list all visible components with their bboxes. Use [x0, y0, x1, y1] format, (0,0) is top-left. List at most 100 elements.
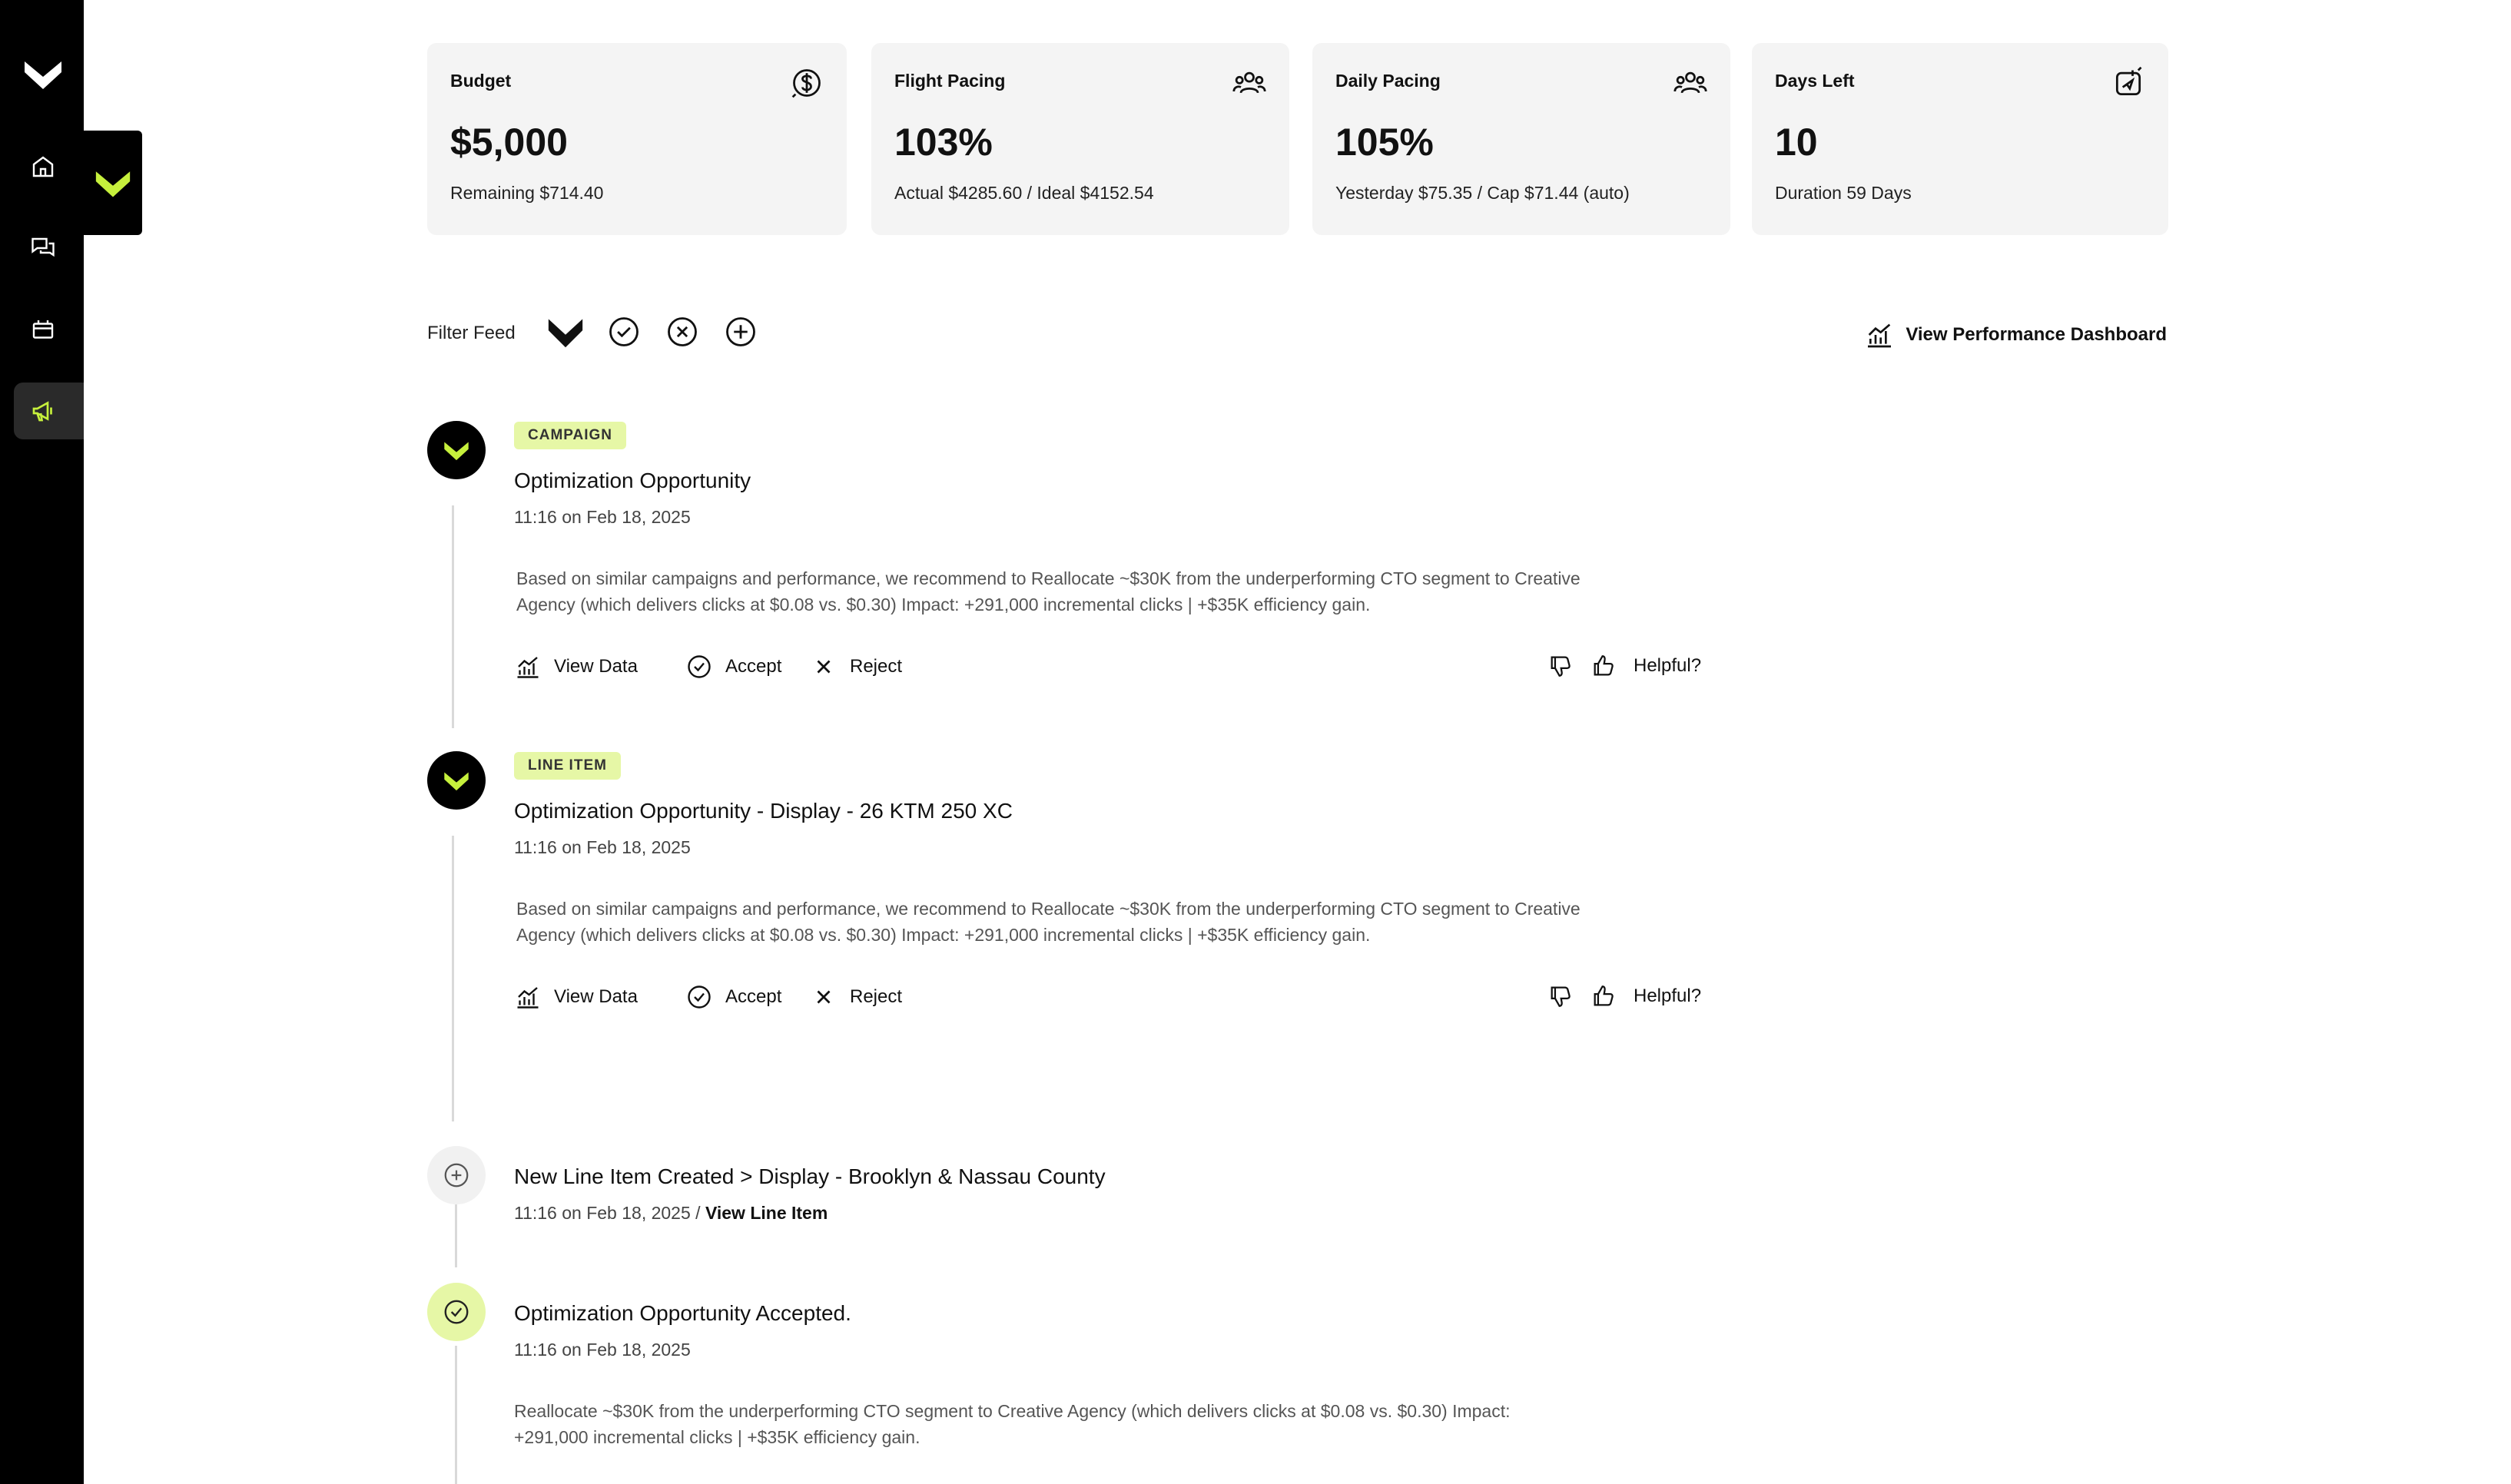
stat-sub: Yesterday $75.35 / Cap $71.44 (auto) [1335, 183, 1630, 203]
check-circle-icon [444, 1300, 469, 1324]
stat-value: 105% [1335, 121, 1434, 164]
thumbs-up-icon[interactable] [1591, 653, 1617, 679]
view-line-item-link[interactable]: View Line Item [705, 1203, 828, 1223]
feedback-group: Helpful? [1547, 653, 1701, 679]
brand-logo-icon [95, 171, 131, 197]
feed-item-timestamp: 11:16 on Feb 18, 2025 [514, 837, 691, 857]
timeline-connector [455, 1204, 457, 1267]
stat-card-flight-pacing: Flight Pacing 103% Actual $4285.60 / Ide… [871, 43, 1289, 235]
close-icon [817, 660, 831, 674]
stat-card-budget: Budget $5,000 Remaining $714.40 [427, 43, 847, 235]
filter-rejected-button[interactable] [664, 313, 701, 350]
feed-item-time-text: 11:16 on Feb 18, 2025 / [514, 1203, 701, 1223]
helpful-label: Helpful? [1634, 655, 1702, 676]
feed-item-timestamp: 11:16 on Feb 18, 2025 [514, 507, 691, 527]
sidebar-item-home[interactable] [14, 138, 84, 195]
megaphone-icon [32, 401, 52, 422]
helpful-label: Helpful? [1634, 985, 1702, 1006]
reject-button[interactable]: Reject [810, 653, 902, 681]
feed-item-body: Reallocate ~$30K from the underperformin… [514, 1398, 1651, 1450]
check-circle-icon [688, 655, 711, 678]
brand-logo-icon [444, 441, 469, 461]
check-circle-icon [688, 985, 711, 1009]
feed-item-title: Optimization Opportunity - Display - 26 … [514, 799, 1013, 823]
thumbs-down-icon[interactable] [1547, 983, 1574, 1009]
item-tag-campaign: CAMPAIGN [514, 422, 627, 449]
chart-icon [517, 987, 539, 1009]
view-data-button[interactable]: View Data [514, 983, 638, 1011]
view-performance-dashboard-label: View Performance Dashboard [1906, 324, 2167, 345]
dollar-circle-icon [791, 69, 821, 98]
stat-card-days-left: Days Left 10 Duration 59 Days [1752, 43, 2168, 235]
box-icon [32, 320, 54, 339]
stat-value: 103% [894, 121, 993, 164]
timeline-connector [455, 1346, 457, 1484]
thumbs-down-icon[interactable] [1547, 653, 1574, 679]
sidebar-flyout[interactable] [84, 131, 142, 235]
accept-label: Accept [725, 986, 782, 1007]
feed-item-body-line: Reallocate ~$30K from the underperformin… [514, 1401, 1511, 1421]
chart-icon [1868, 323, 1892, 348]
stat-sub: Remaining $714.40 [450, 183, 604, 203]
feed-node-created [427, 1146, 486, 1204]
view-performance-dashboard-link[interactable]: View Performance Dashboard [1864, 320, 2167, 350]
sidebar-item-messages[interactable] [14, 220, 84, 277]
stat-value: $5,000 [450, 121, 568, 164]
filter-accepted-button[interactable] [605, 313, 642, 350]
thumbs-up-icon[interactable] [1591, 983, 1617, 1009]
feed-item-title: New Line Item Created > Display - Brookl… [514, 1164, 1106, 1188]
stat-card-daily-pacing: Daily Pacing 105% Yesterday $75.35 / Cap… [1312, 43, 1730, 235]
calendar-send-icon [2115, 66, 2142, 96]
feed-node-campaign [427, 421, 486, 479]
timeline-connector [452, 505, 454, 728]
reject-button[interactable]: Reject [810, 983, 902, 1011]
accept-button[interactable]: Accept [685, 653, 781, 681]
timeline-connector [452, 836, 454, 1121]
filter-brand-button[interactable] [547, 313, 584, 350]
feedback-group: Helpful? [1547, 983, 1701, 1009]
plus-circle-icon [726, 317, 755, 346]
stat-sub: Duration 59 Days [1775, 183, 1912, 203]
reject-label: Reject [850, 656, 903, 677]
close-icon [817, 990, 831, 1004]
stat-title: Budget [450, 71, 512, 91]
stat-title: Days Left [1775, 71, 1855, 91]
brand-logo-icon [548, 318, 583, 348]
sidebar-item-inventory[interactable] [14, 301, 84, 358]
brand-logo-icon [444, 771, 469, 791]
feed-node-line-item [427, 751, 486, 810]
feed-item-timestamp: 11:16 on Feb 18, 2025 [514, 1340, 691, 1360]
reject-label: Reject [850, 986, 903, 1007]
feed-item-body-line: Agency (which delivers clicks at $0.08 v… [516, 595, 1371, 614]
feed-item-timestamp: 11:16 on Feb 18, 2025 / View Line Item [514, 1203, 828, 1224]
feed-item-body: Based on similar campaigns and performan… [516, 896, 1654, 948]
feed-item-body: Based on similar campaigns and performan… [516, 565, 1654, 618]
sidebar [0, 0, 84, 1484]
users-group-icon [1232, 71, 1266, 94]
x-circle-icon [668, 317, 697, 346]
feed-item-title: Optimization Opportunity Accepted. [514, 1301, 851, 1325]
sidebar-item-campaigns[interactable] [14, 383, 84, 439]
feed-item-body-line: Agency (which delivers clicks at $0.08 v… [516, 925, 1371, 945]
view-data-label: View Data [554, 986, 638, 1007]
plus-circle-icon [444, 1163, 469, 1188]
feed-item-body-line: +291,000 incremental clicks | +$35K effi… [514, 1427, 920, 1447]
stat-title: Flight Pacing [894, 71, 1006, 91]
view-data-button[interactable]: View Data [514, 653, 638, 681]
view-data-label: View Data [554, 656, 638, 677]
stat-value: 10 [1775, 121, 1818, 164]
home-icon [32, 156, 54, 177]
chat-icon [32, 237, 55, 257]
feed-item-body-line: Based on similar campaigns and performan… [516, 568, 1581, 588]
accept-button[interactable]: Accept [685, 983, 781, 1011]
filter-feed-label: Filter Feed [427, 323, 516, 343]
feed-node-accepted [427, 1283, 486, 1341]
chart-icon [517, 657, 539, 678]
feed-item-body-line: Based on similar campaigns and performan… [516, 899, 1581, 919]
users-group-icon [1673, 71, 1707, 94]
stat-sub: Actual $4285.60 / Ideal $4152.54 [894, 183, 1154, 203]
brand-logo-icon[interactable] [23, 54, 63, 94]
feed-item-title: Optimization Opportunity [514, 469, 751, 492]
filter-created-button[interactable] [722, 313, 759, 350]
item-tag-line-item: LINE ITEM [514, 752, 621, 780]
